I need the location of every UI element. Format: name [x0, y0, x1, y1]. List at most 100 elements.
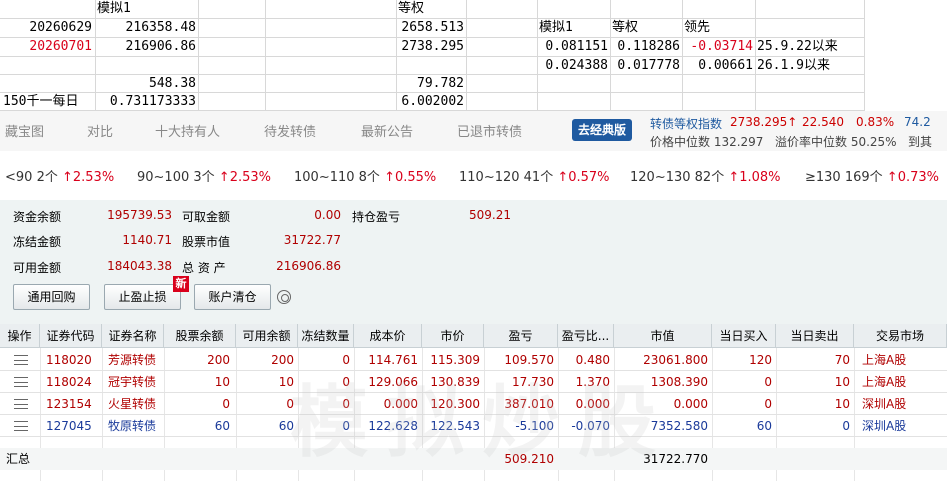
- cell-buy: 120: [749, 353, 772, 367]
- row5-value[interactable]: 0.731173333: [98, 93, 196, 111]
- col-header-cost[interactable]: 成本价: [354, 324, 422, 348]
- row-menu-icon[interactable]: [14, 399, 28, 409]
- available-label: 可用金额: [13, 261, 62, 275]
- classic-version-button[interactable]: 去经典版: [572, 119, 632, 141]
- cell-buy: 60: [756, 419, 772, 433]
- index-extra: 74.2: [904, 115, 931, 129]
- nav-bar: 藏宝图 对比 十大持有人 待发转债 最新公告 已退市转债 去经典版 转债等权指数…: [0, 111, 947, 151]
- cell-avail: 10: [278, 375, 294, 389]
- cell-code: 127045: [46, 419, 92, 433]
- col-header-frozen[interactable]: 冻结数量: [298, 324, 354, 348]
- cell-buy: 0: [764, 375, 772, 389]
- bucket-110-120[interactable]: 110~120 41个 ↑0.57%: [459, 166, 610, 185]
- row-menu-icon[interactable]: [14, 355, 28, 365]
- bucket-90-100[interactable]: 90~100 3个 ↑2.53%: [137, 166, 271, 185]
- row2-date[interactable]: 20260701: [0, 38, 92, 56]
- spreadsheet-area: 模拟1 等权 20260629 216358.48 2658.513 20260…: [0, 0, 865, 111]
- bucket-gte130[interactable]: ≥130 169个 ↑0.73%: [805, 166, 939, 185]
- row-menu-icon[interactable]: [14, 377, 28, 387]
- row5-label[interactable]: 150千一每日: [3, 93, 78, 111]
- row4-index[interactable]: 79.782: [398, 75, 464, 93]
- row1-value[interactable]: 216358.48: [98, 19, 196, 37]
- cell-name: 火星转债: [108, 397, 157, 411]
- cell-market: 上海A股: [862, 353, 907, 367]
- index-value: 2738.295↑: [730, 115, 798, 129]
- general-repo-button[interactable]: 通用回购: [13, 284, 90, 310]
- cell-buy: 0: [764, 397, 772, 411]
- s1-since[interactable]: 25.9.22以来: [757, 38, 838, 56]
- index-change: 22.540: [802, 115, 844, 129]
- cell-name: 牧原转债: [108, 419, 157, 433]
- cell-sell: 0: [842, 419, 850, 433]
- stock-value-label: 股票市值: [182, 235, 231, 249]
- cell-avail: 60: [278, 419, 294, 433]
- cell-sell: 70: [834, 353, 850, 367]
- account-summary-panel: 资金余额 195739.53 可取金额 0.00 持仓盈亏 509.21 冻结金…: [0, 200, 947, 324]
- s2-moni[interactable]: 0.024388: [539, 57, 608, 75]
- frozen-value: 1140.71: [122, 233, 172, 247]
- subheader-lingxian[interactable]: 领先: [684, 19, 710, 37]
- col-header-available[interactable]: 可用余额: [236, 324, 298, 348]
- col-header-price[interactable]: 市价: [422, 324, 484, 348]
- col-header-day-buy[interactable]: 当日买入: [712, 324, 776, 348]
- tab-cangbaotu[interactable]: 藏宝图: [5, 121, 44, 140]
- clear-account-button[interactable]: 账户清仓: [194, 284, 271, 310]
- price-bucket-row: <90 2个 ↑2.53% 90~100 3个 ↑2.53% 100~110 8…: [0, 151, 947, 199]
- col-header-pnl-ratio[interactable]: 盈亏比...: [558, 324, 614, 348]
- premium-median: 溢价率中位数 50.25%: [775, 135, 897, 149]
- cell-code: 123154: [46, 397, 92, 411]
- s1-lead[interactable]: -0.03714: [684, 38, 753, 56]
- row-menu-icon[interactable]: [14, 421, 28, 431]
- header-moni[interactable]: 模拟1: [97, 0, 131, 18]
- cell-sell: 10: [834, 397, 850, 411]
- position-pnl-label: 持仓盈亏: [352, 210, 401, 224]
- s2-dengquan[interactable]: 0.017778: [612, 57, 680, 75]
- index-pct: 0.83%: [856, 115, 895, 129]
- col-header-name[interactable]: 证券名称: [102, 324, 164, 348]
- total-assets-value: 216906.86: [276, 259, 341, 273]
- bucket-120-130[interactable]: 120~130 82个 ↑1.08%: [630, 166, 781, 185]
- bucket-100-110[interactable]: 100~110 8个 ↑0.55%: [294, 166, 436, 185]
- cell-name: 芳源转债: [108, 353, 157, 367]
- col-header-pnl[interactable]: 盈亏: [484, 324, 558, 348]
- header-dengquan[interactable]: 等权: [398, 0, 424, 18]
- due-label: 到其: [908, 135, 933, 149]
- cell-bal: 10: [214, 375, 230, 389]
- cell-avail: 200: [271, 353, 294, 367]
- withdrawable-value: 0.00: [314, 208, 341, 222]
- s1-moni[interactable]: 0.081151: [539, 38, 608, 56]
- tab-latest-news[interactable]: 最新公告: [361, 121, 413, 140]
- bucket-lt90[interactable]: <90 2个 ↑2.53%: [5, 166, 114, 185]
- tab-delisted[interactable]: 已退市转债: [457, 121, 522, 140]
- s2-since[interactable]: 26.1.9以来: [757, 57, 830, 75]
- col-header-action[interactable]: 操作: [0, 324, 40, 348]
- table-header: 操作 证券代码 证券名称 股票余额 可用余额 冻结数量 成本价 市价 盈亏 盈亏…: [0, 324, 947, 348]
- watermark: 模拟炒股: [290, 378, 675, 468]
- s2-lead[interactable]: 0.00661: [684, 57, 753, 75]
- row1-date[interactable]: 20260629: [0, 19, 92, 37]
- total-label: 汇总: [6, 452, 31, 466]
- col-header-code[interactable]: 证券代码: [40, 324, 102, 348]
- cell-bal: 0: [222, 397, 230, 411]
- subheader-dengquan[interactable]: 等权: [612, 19, 638, 37]
- cell-avail: 0: [286, 397, 294, 411]
- row2-value[interactable]: 216906.86: [98, 38, 196, 56]
- row5-index[interactable]: 6.002002: [398, 93, 464, 111]
- cell-bal: 200: [207, 353, 230, 367]
- subheader-moni[interactable]: 模拟1: [539, 19, 573, 37]
- settings-gear-icon[interactable]: [277, 290, 291, 304]
- col-header-market-value[interactable]: 市值: [614, 324, 712, 348]
- tab-duibi[interactable]: 对比: [87, 121, 113, 140]
- cell-bal: 60: [214, 419, 230, 433]
- cell-name: 冠宇转债: [108, 375, 157, 389]
- s1-dengquan[interactable]: 0.118286: [612, 38, 680, 56]
- stop-profit-loss-button[interactable]: 止盈止损: [104, 284, 181, 310]
- row4-value[interactable]: 548.38: [98, 75, 196, 93]
- tab-pending-issue[interactable]: 待发转债: [264, 121, 316, 140]
- row1-index[interactable]: 2658.513: [398, 19, 464, 37]
- col-header-market[interactable]: 交易市场: [854, 324, 947, 348]
- tab-top-holders[interactable]: 十大持有人: [155, 121, 220, 140]
- row2-index[interactable]: 2738.295: [398, 38, 464, 56]
- col-header-balance[interactable]: 股票余额: [164, 324, 236, 348]
- col-header-day-sell[interactable]: 当日卖出: [776, 324, 854, 348]
